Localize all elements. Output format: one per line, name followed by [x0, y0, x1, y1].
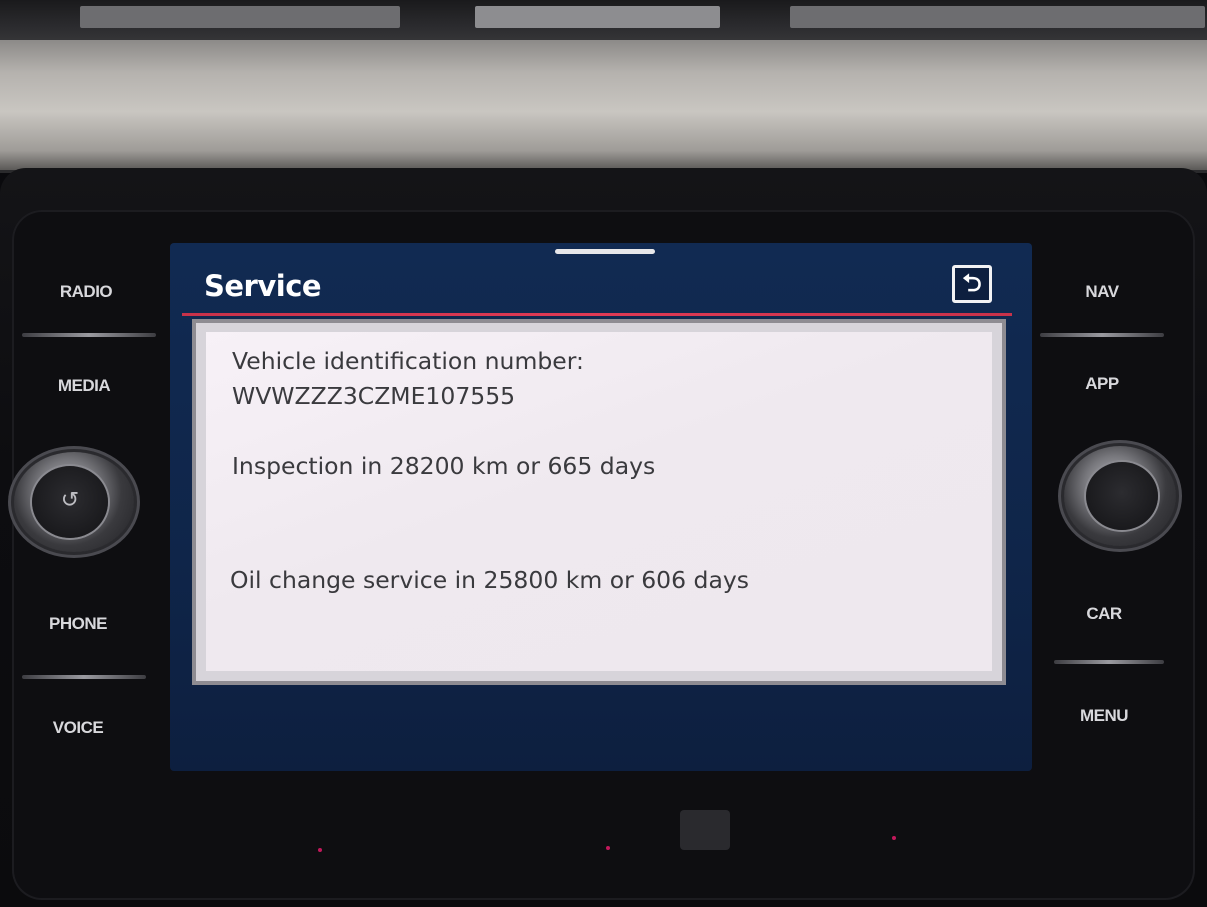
vent-slot	[790, 6, 1205, 28]
title-bar: Service ⮌	[182, 257, 1012, 313]
radio-button[interactable]: RADIO	[36, 282, 136, 302]
app-button[interactable]: APP	[1052, 374, 1152, 394]
button-divider	[1054, 660, 1164, 664]
dashboard-silver-trim	[0, 40, 1207, 173]
touchscreen: Service ⮌ Vehicle identification number:…	[170, 243, 1032, 771]
knob-cap	[1086, 462, 1158, 530]
vent-slot	[80, 6, 400, 28]
swipe-down-handle[interactable]	[555, 249, 655, 254]
voice-button[interactable]: VOICE	[28, 718, 128, 738]
tune-scroll-knob[interactable]	[1064, 446, 1176, 546]
button-divider	[22, 333, 156, 337]
menu-button[interactable]: MENU	[1054, 706, 1154, 726]
proximity-sensor	[680, 810, 730, 850]
power-icon: ↺	[60, 488, 80, 513]
back-arrow-icon: ⮌	[962, 269, 982, 297]
indicator-led	[892, 836, 896, 840]
inspection-due: Inspection in 28200 km or 665 days	[232, 452, 656, 480]
service-info-content: Vehicle identification number: WVWZZZ3CZ…	[206, 332, 992, 671]
button-divider	[1040, 333, 1164, 337]
vin-label: Vehicle identification number:	[232, 347, 584, 375]
page-title: Service	[204, 269, 322, 303]
media-button[interactable]: MEDIA	[34, 376, 134, 396]
indicator-led	[606, 846, 610, 850]
indicator-led	[318, 848, 322, 852]
car-infotainment-unit: RADIO MEDIA ↺ PHONE VOICE NAV APP CAR ME…	[0, 0, 1207, 907]
button-divider	[22, 675, 146, 679]
vent-slot	[475, 6, 720, 28]
car-button[interactable]: CAR	[1054, 604, 1154, 624]
service-info-panel: Vehicle identification number: WVWZZZ3CZ…	[196, 323, 1002, 681]
volume-power-knob[interactable]: ↺	[14, 452, 134, 552]
title-divider	[182, 313, 1012, 316]
phone-button[interactable]: PHONE	[28, 614, 128, 634]
back-button[interactable]: ⮌	[952, 265, 992, 303]
knob-cap: ↺	[32, 466, 108, 538]
vin-value: WVWZZZ3CZME107555	[232, 382, 516, 410]
nav-button[interactable]: NAV	[1052, 282, 1152, 302]
oil-change-due: Oil change service in 25800 km or 606 da…	[230, 566, 750, 594]
